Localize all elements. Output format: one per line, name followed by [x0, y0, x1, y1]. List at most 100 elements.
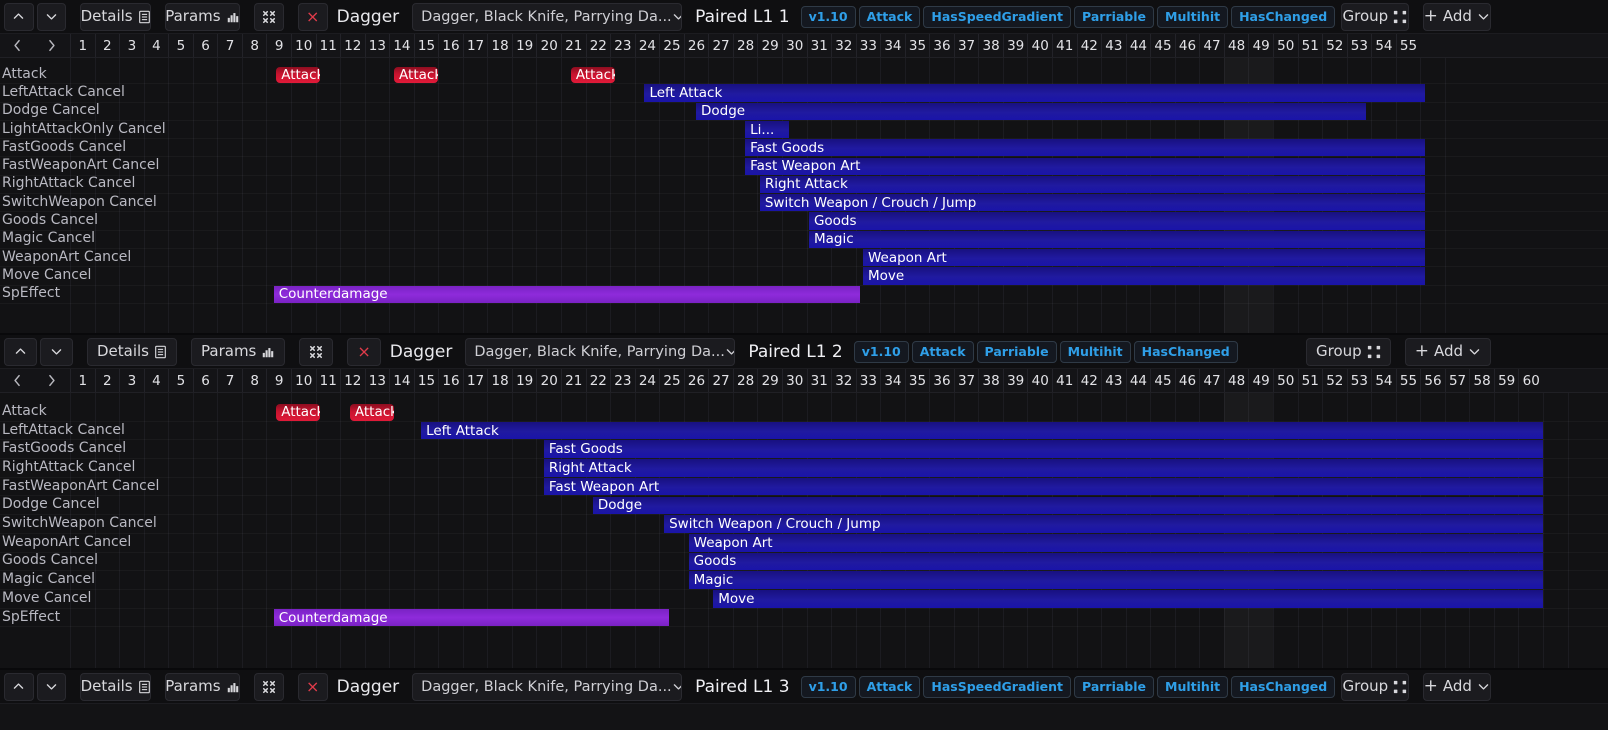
move-up-button[interactable] [4, 337, 37, 366]
animation-name: Paired L1 3 [695, 676, 790, 697]
params-button-label: Params [165, 677, 221, 695]
details-button[interactable]: Details [80, 672, 152, 701]
timeline-row[interactable] [0, 403, 1608, 422]
ruler-tick: 49 [1248, 369, 1273, 392]
ruler-next-button[interactable] [34, 34, 68, 57]
delete-button[interactable]: × [297, 672, 328, 701]
ruler-tick: 8 [241, 34, 267, 57]
tag-parriable[interactable]: Parriable [976, 340, 1057, 363]
add-button[interactable]: + Add [1422, 672, 1491, 701]
weapon-select[interactable]: Dagger, Black Knife, Parrying Da... [465, 337, 736, 366]
timeline-bar[interactable]: Right Attack [759, 175, 1426, 194]
move-down-button[interactable] [36, 2, 66, 31]
timeline-bar[interactable]: Counterdamage [273, 285, 861, 303]
tag-parriable[interactable]: Parriable [1074, 5, 1155, 28]
delete-button[interactable]: × [347, 337, 381, 366]
ruler-tick: 55 [1395, 369, 1421, 392]
tag-multihit[interactable]: Multihit [1157, 675, 1229, 698]
timeline-row[interactable] [0, 121, 1608, 139]
collapse-button[interactable] [253, 2, 284, 31]
timeline-bar-label: Weapon Art [867, 249, 947, 266]
params-button[interactable]: Params [165, 672, 240, 701]
ruler-ticks[interactable]: 1 2 3 4 5 6 7 8 9 10 11 12 13 14 15 16 17 18 19 20 21 22 23 24 2… [68, 369, 1608, 392]
tag-parriable[interactable]: Parriable [1074, 675, 1155, 698]
details-button-label: Details [97, 342, 150, 360]
timeline-tracks[interactable]: Attack Attack Attack LeftAttack Cancel Left … [0, 393, 1608, 668]
ruler-tick: 38 [978, 369, 1003, 392]
timeline-bar[interactable]: Attack [276, 67, 321, 84]
group-button[interactable]: Group [1341, 2, 1409, 31]
params-button[interactable]: Params [165, 2, 240, 31]
timeline-bar[interactable]: Attack [570, 67, 615, 84]
move-down-button[interactable] [40, 337, 73, 366]
timeline-bar[interactable]: Left Attack [644, 84, 1426, 102]
move-up-button[interactable] [4, 2, 34, 31]
weapon-select[interactable]: Dagger, Black Knife, Parrying Da... [412, 2, 683, 31]
details-button[interactable]: Details [80, 2, 152, 31]
timeline-bar[interactable]: Switch Weapon / Crouch / Jump [759, 194, 1426, 212]
timeline-bar[interactable]: Goods [808, 212, 1426, 230]
ruler-tick: 47 [1199, 369, 1224, 392]
timeline-bar[interactable]: Attack [349, 404, 395, 421]
timeline-bar[interactable]: Magic [688, 571, 1543, 589]
tag-hasspeedgradient[interactable]: HasSpeedGradient [923, 5, 1071, 28]
timeline-bar[interactable]: Fast Goods [543, 440, 1543, 459]
ruler-tick: 17 [462, 34, 488, 57]
timeline-bar[interactable]: Dodge [592, 496, 1543, 515]
ruler-tick: 19 [511, 369, 537, 392]
tag-multihit[interactable]: Multihit [1059, 340, 1131, 363]
add-button[interactable]: + Add [1422, 2, 1491, 31]
ruler-tick: 48 [1223, 34, 1249, 57]
tag-attack[interactable]: Attack [858, 675, 921, 698]
group-button[interactable]: Group [1306, 337, 1391, 366]
timeline-bar[interactable]: Goods [688, 552, 1543, 571]
details-button[interactable]: Details [87, 337, 178, 366]
timeline-row[interactable] [0, 66, 1608, 84]
weapon-select[interactable]: Dagger, Black Knife, Parrying Da... [412, 672, 683, 701]
add-button-label: Add [1442, 7, 1472, 25]
params-button[interactable]: Params [191, 337, 286, 366]
timeline-row[interactable] [0, 609, 1608, 628]
ruler-tick: 7 [217, 369, 242, 392]
move-down-button[interactable] [36, 672, 66, 701]
ruler-tick: 42 [1076, 369, 1102, 392]
ruler-tick: 33 [855, 34, 881, 57]
timeline-bar[interactable]: Li... [745, 120, 790, 139]
timeline-bar[interactable]: Move [862, 267, 1426, 285]
tag-haschanged[interactable]: HasChanged [1231, 5, 1336, 28]
timeline-bar[interactable]: Weapon Art [862, 249, 1426, 267]
ruler-ticks[interactable]: 1 2 3 4 5 6 7 8 9 10 11 12 13 14 15 16 17 18 19 20 21 22 23 24 2… [68, 34, 1608, 57]
tag-attack[interactable]: Attack [858, 5, 921, 28]
tag-attack[interactable]: Attack [911, 340, 974, 363]
move-up-button[interactable] [4, 672, 34, 701]
timeline-bar[interactable]: Attack [394, 67, 439, 84]
timeline-bar[interactable]: Dodge [696, 102, 1367, 120]
timeline-bar[interactable]: Fast Weapon Art [745, 157, 1426, 175]
ruler-prev-button[interactable] [0, 369, 34, 392]
timeline-bar-label: Dodge [597, 497, 643, 514]
ruler-prev-button[interactable] [0, 34, 34, 57]
timeline-tracks[interactable]: Attack Attack Attack Attack LeftAttack Cance… [0, 58, 1608, 333]
tag-hasspeedgradient[interactable]: HasSpeedGradient [923, 675, 1071, 698]
tag-multihit[interactable]: Multihit [1157, 5, 1229, 28]
timeline-bar[interactable]: Right Attack [543, 459, 1543, 477]
timeline-bar[interactable]: Switch Weapon / Crouch / Jump [664, 515, 1543, 533]
add-button[interactable]: + Add [1404, 337, 1491, 366]
timeline-bar[interactable]: Weapon Art [688, 533, 1543, 552]
timeline-bar-label: Attack [399, 67, 439, 84]
timeline-bar[interactable]: Counterdamage [273, 608, 669, 627]
timeline-bar[interactable]: Fast Weapon Art [543, 477, 1543, 496]
collapse-button[interactable] [253, 672, 284, 701]
delete-button[interactable]: × [297, 2, 328, 31]
timeline-bar[interactable]: Left Attack [421, 421, 1543, 440]
collapse-button[interactable] [299, 337, 334, 366]
timeline-bar[interactable]: Attack [276, 404, 321, 421]
timeline-bar[interactable]: Move [713, 590, 1543, 608]
timeline-bar[interactable]: Magic [808, 230, 1426, 248]
tag-haschanged[interactable]: HasChanged [1231, 675, 1336, 698]
ruler-tick: 21 [561, 34, 586, 57]
timeline-bar[interactable]: Fast Goods [745, 139, 1426, 157]
tag-haschanged[interactable]: HasChanged [1133, 340, 1238, 363]
group-button[interactable]: Group [1341, 672, 1409, 701]
ruler-next-button[interactable] [34, 369, 68, 392]
